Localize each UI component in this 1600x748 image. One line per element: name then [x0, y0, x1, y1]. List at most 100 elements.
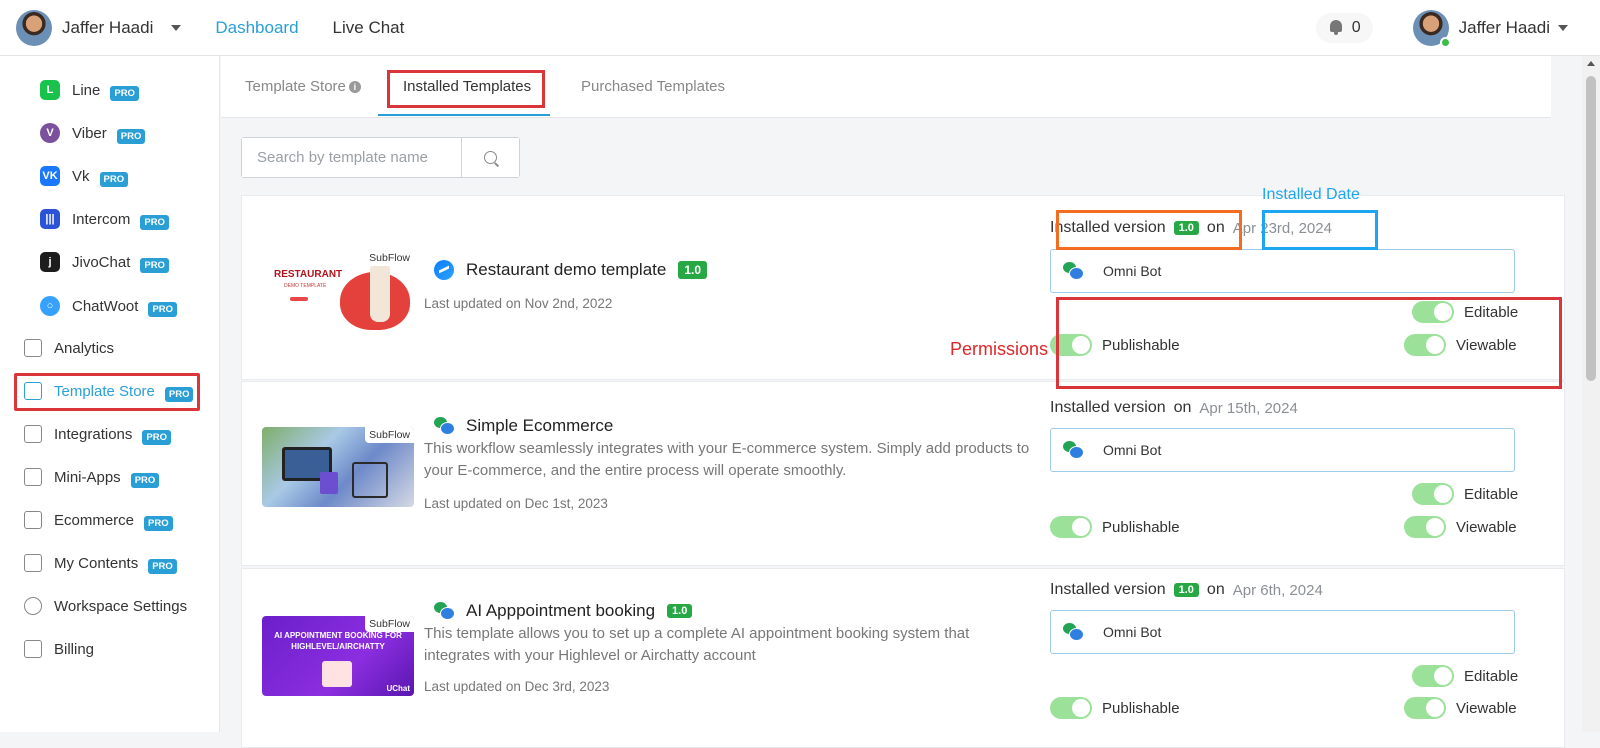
nav-live-chat[interactable]: Live Chat — [333, 18, 405, 38]
jivochat-icon: j — [40, 252, 60, 272]
sidebar-item-intercom[interactable]: ||| Intercom PRO — [40, 209, 169, 230]
template-thumbnail[interactable]: AI APPOINTMENT BOOKING FOR HIGHLEVEL/AIR… — [262, 616, 414, 696]
sidebar-item-label: Billing — [54, 640, 95, 658]
installed-version-badge: 1.0 — [1173, 221, 1199, 235]
sidebar-item-workspace-settings[interactable]: Workspace Settings — [24, 597, 187, 615]
installed-date: Apr 15th, 2024 — [1199, 399, 1298, 417]
publishable-toggle[interactable] — [1050, 697, 1092, 719]
viewable-toggle[interactable] — [1404, 697, 1446, 719]
page-scrollbar[interactable] — [1582, 56, 1600, 732]
viber-icon: V — [40, 123, 60, 143]
tab-purchased-templates[interactable]: Purchased Templates — [581, 78, 725, 95]
sidebar-item-integrations[interactable]: Integrations PRO — [24, 425, 171, 445]
template-title[interactable]: Restaurant demo template — [466, 260, 666, 280]
chatwoot-icon: ○ — [40, 296, 60, 316]
nav-dashboard[interactable]: Dashboard — [215, 18, 298, 38]
user-avatar[interactable] — [16, 9, 52, 46]
bot-selector[interactable]: Omni Bot — [1050, 249, 1515, 293]
pro-badge: PRO — [148, 301, 178, 317]
search-input[interactable] — [242, 138, 462, 177]
sidebar-item-label: Ecommerce — [54, 511, 135, 529]
sidebar-item-billing[interactable]: Billing — [24, 640, 94, 658]
installed-date: Apr 6th, 2024 — [1232, 581, 1323, 599]
calendar-icon — [322, 661, 352, 687]
bot-name: Omni Bot — [1103, 624, 1162, 640]
search-icon — [484, 151, 497, 164]
installed-version-badge: 1.0 — [1173, 583, 1199, 597]
analytics-icon — [24, 339, 42, 357]
publishable-label: Publishable — [1102, 336, 1180, 354]
thumbnail-title: RESTAURANT — [274, 269, 343, 280]
sidebar-item-ecommerce[interactable]: Ecommerce PRO — [24, 511, 173, 531]
notifications-button[interactable]: 0 — [1315, 12, 1373, 43]
publishable-label: Publishable — [1102, 518, 1180, 536]
perm-editable: Editable — [1412, 665, 1518, 687]
publishable-toggle[interactable] — [1050, 516, 1092, 538]
template-last-updated: Last updated on Dec 1st, 2023 — [424, 496, 608, 511]
installed-version-row: Installed version 1.0 on Apr 23rd, 2024 — [1050, 219, 1332, 237]
pro-badge: PRO — [99, 171, 129, 187]
info-icon[interactable]: i — [348, 81, 361, 93]
sidebar-item-my-contents[interactable]: My Contents PRO — [24, 554, 177, 574]
pro-badge: PRO — [144, 515, 173, 531]
sidebar-item-label: My Contents — [54, 554, 139, 572]
template-description: This workflow seamlessly integrates with… — [424, 440, 1030, 479]
viewable-toggle[interactable] — [1404, 516, 1446, 538]
editable-toggle[interactable] — [1412, 483, 1454, 505]
tab-template-store[interactable]: Template Store i — [245, 78, 361, 95]
publishable-toggle[interactable] — [1050, 334, 1092, 356]
search-button[interactable] — [462, 138, 519, 177]
viewable-label: Viewable — [1456, 699, 1517, 717]
sidebar-item-label: Line — [72, 81, 101, 99]
sidebar-item-line[interactable]: L Line PRO — [40, 80, 139, 101]
omni-channel-icon — [434, 417, 455, 435]
editable-toggle[interactable] — [1412, 665, 1454, 687]
sidebar-item-label: Analytics — [54, 339, 115, 357]
sidebar-item-label: ChatWoot — [72, 297, 139, 315]
pro-badge: PRO — [116, 128, 146, 144]
sidebar-item-analytics[interactable]: Analytics — [24, 339, 114, 357]
bot-selector[interactable]: Omni Bot — [1050, 610, 1515, 654]
installed-version-row: Installed version 1.0 on Apr 6th, 2024 — [1050, 581, 1323, 599]
editable-label: Editable — [1464, 667, 1519, 685]
ecommerce-icon — [24, 511, 42, 529]
on-label: on — [1173, 399, 1192, 416]
template-title[interactable]: AI Apppointment booking — [466, 601, 655, 621]
editable-toggle[interactable] — [1412, 301, 1454, 323]
thumbnail-subtitle: DEMO TEMPLATE — [284, 283, 327, 289]
sidebar-item-viber[interactable]: V Viber PRO — [40, 123, 146, 144]
template-store-highlight — [14, 373, 200, 411]
thumbnail-decor — [370, 262, 390, 322]
user-menu-left[interactable]: Jaffer Haadi — [16, 9, 182, 46]
scroll-up-icon[interactable] — [1587, 61, 1595, 66]
scrollbar-thumb[interactable] — [1586, 76, 1596, 381]
sidebar-item-vk[interactable]: VK Vk PRO — [40, 166, 129, 187]
viewable-toggle[interactable] — [1404, 334, 1446, 356]
perm-publishable: Publishable — [1050, 334, 1180, 356]
pro-badge: PRO — [140, 257, 169, 273]
template-description: This template allows you to set up a com… — [424, 625, 970, 664]
chevron-down-icon[interactable] — [1558, 24, 1568, 31]
sidebar-item-label: Integrations — [54, 425, 133, 443]
chevron-down-icon[interactable] — [171, 24, 182, 31]
bell-icon — [1328, 19, 1344, 36]
template-thumbnail[interactable]: RESTAURANT DEMO TEMPLATE SubFlow — [262, 250, 414, 330]
version-badge: 1.0 — [667, 604, 693, 618]
sidebar-item-mini-apps[interactable]: Mini-Apps PRO — [24, 468, 160, 488]
profile-name[interactable]: Jaffer Haadi — [1459, 18, 1550, 38]
template-title[interactable]: Simple Ecommerce — [466, 416, 613, 436]
profile-avatar[interactable] — [1412, 9, 1451, 48]
viewable-label: Viewable — [1456, 336, 1517, 354]
installed-version-row: Installed version on Apr 15th, 2024 — [1050, 399, 1298, 417]
my-contents-icon — [24, 554, 42, 572]
sidebar-item-chatwoot[interactable]: ○ ChatWoot PRO — [40, 296, 178, 317]
pro-badge: PRO — [142, 429, 171, 445]
mini-apps-icon — [24, 468, 42, 486]
template-thumbnail[interactable]: SubFlow — [262, 427, 414, 507]
user-name[interactable]: Jaffer Haadi — [62, 18, 153, 38]
sidebar-item-label: Workspace Settings — [54, 597, 188, 615]
thumbnail-decor — [320, 472, 338, 494]
sidebar-item-jivochat[interactable]: j JivoChat PRO — [40, 252, 169, 273]
sidebar-item-label: Vk — [72, 167, 90, 185]
bot-selector[interactable]: Omni Bot — [1050, 428, 1515, 472]
